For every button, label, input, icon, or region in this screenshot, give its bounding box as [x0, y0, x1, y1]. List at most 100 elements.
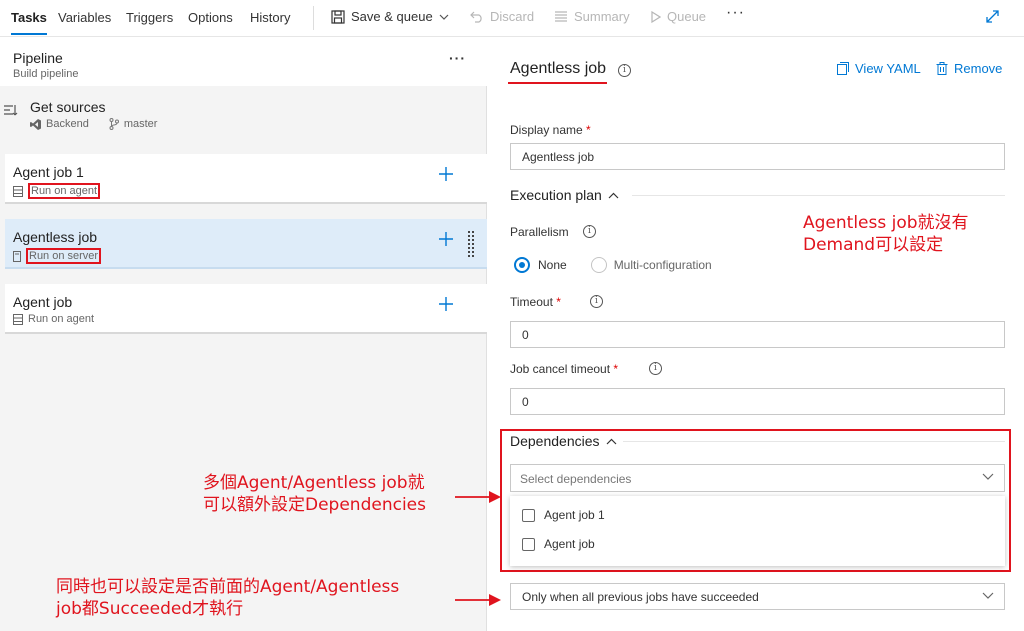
execution-plan-label: Execution plan [510, 187, 602, 203]
info-icon[interactable]: i [590, 295, 603, 308]
remove-label: Remove [954, 61, 1003, 76]
dependencies-section[interactable]: Dependencies [510, 433, 617, 449]
add-task-plus-icon[interactable] [437, 295, 455, 313]
pipeline-title: Pipeline [13, 50, 63, 66]
add-task-plus-icon[interactable] [437, 165, 455, 183]
checkbox[interactable] [522, 508, 535, 522]
branch-icon [109, 118, 119, 130]
repo-name: Backend [46, 118, 89, 130]
display-name-label: Display name * [510, 123, 591, 137]
parallelism-label: Parallelism [510, 225, 569, 239]
branch-info: master [109, 118, 158, 130]
checkbox[interactable] [522, 537, 535, 551]
job-details-title: Agentless job [510, 60, 607, 77]
job-run-type: Run on server [26, 248, 102, 264]
annotation-text: 可以額外設定Dependencies [203, 495, 426, 515]
annotation-text: Agentless job就沒有 [803, 213, 969, 233]
required-mark: * [556, 295, 561, 309]
dependencies-select[interactable]: Select dependencies [510, 464, 1005, 492]
annotation-arrow [455, 594, 501, 606]
job-run-type: Run on agent [28, 313, 95, 325]
tab-options[interactable]: Options [188, 10, 233, 25]
summary-label: Summary [574, 9, 630, 24]
run-condition-select[interactable]: Only when all previous jobs have succeed… [510, 583, 1005, 610]
dependencies-dropdown: Agent job 1 Agent job [510, 496, 1005, 566]
dependency-option[interactable]: Agent job [522, 537, 595, 551]
title-highlight-underline [508, 82, 607, 84]
play-icon [651, 10, 661, 23]
timeout-label-text: Timeout [510, 295, 553, 309]
dependencies-label: Dependencies [510, 433, 600, 449]
server-icon [13, 313, 23, 325]
save-icon [331, 9, 345, 24]
view-yaml-label: View YAML [855, 61, 921, 76]
radio-multi-configuration[interactable] [590, 257, 607, 273]
annotation-dependencies: 多個Agent/Agentless job就 可以額外設定Dependencie… [203, 472, 426, 516]
dependency-option-label: Agent job [544, 537, 595, 551]
server-icon [13, 250, 21, 262]
job-run-info: Run on agent [13, 183, 101, 199]
chevron-down-icon [439, 14, 449, 20]
job-run-type: Run on agent [28, 183, 101, 199]
summary-icon [555, 11, 567, 22]
timeout-input[interactable]: 0 [510, 321, 1005, 348]
cancel-timeout-label-text: Job cancel timeout [510, 362, 611, 376]
chevron-down-icon [982, 592, 994, 599]
discard-label: Discard [490, 9, 535, 24]
discard-button[interactable]: Discard [470, 9, 534, 24]
annotation-succeeded: 同時也可以設定是否前面的Agent/Agentless job都Succeede… [56, 576, 399, 620]
annotation-arrow [455, 491, 501, 503]
info-icon[interactable]: i [618, 64, 631, 77]
cancel-timeout-label: Job cancel timeout * [510, 362, 618, 376]
view-yaml-button[interactable]: View YAML [837, 61, 921, 76]
summary-button[interactable]: Summary [554, 9, 630, 24]
dependency-option[interactable]: Agent job 1 [522, 508, 605, 522]
job-item[interactable]: Agent job 1 Run on agent [5, 154, 487, 204]
timeout-label: Timeout * [510, 295, 561, 309]
annotation-no-demand: Agentless job就沒有 Demand可以設定 [803, 212, 969, 256]
info-icon[interactable]: i [583, 225, 596, 238]
add-task-plus-icon[interactable] [437, 230, 455, 248]
remove-button[interactable]: Remove [936, 61, 1002, 76]
annotation-text: job都Succeeded才執行 [56, 599, 244, 619]
pipeline-header[interactable]: Pipeline Build pipeline ··· [0, 38, 487, 86]
display-name-label-text: Display name [510, 123, 583, 137]
pipeline-more-button[interactable]: ··· [449, 50, 466, 66]
tab-tasks[interactable]: Tasks [11, 10, 47, 35]
execution-plan-section[interactable]: Execution plan [510, 187, 619, 203]
branch-name: master [123, 118, 158, 130]
repo-info: Backend [30, 118, 89, 130]
get-sources-title: Get sources [30, 99, 106, 115]
job-name: Agent job [13, 294, 73, 310]
parallelism-radio-group: None Multi-configuration [514, 257, 712, 273]
visual-studio-icon [30, 118, 41, 130]
job-run-info: Run on agent [13, 313, 94, 325]
tab-variables[interactable]: Variables [58, 10, 111, 25]
more-actions-button[interactable]: ··· [726, 4, 745, 22]
info-icon[interactable]: i [649, 362, 662, 375]
get-sources-meta: Backend master [30, 118, 157, 130]
cancel-timeout-input[interactable]: 0 [510, 388, 1005, 415]
chevron-down-icon [982, 473, 994, 480]
queue-button[interactable]: Queue [651, 9, 706, 24]
drag-handle-icon[interactable] [468, 231, 474, 257]
annotation-text: 多個Agent/Agentless job就 [203, 473, 425, 493]
chevron-up-icon [608, 192, 619, 198]
save-queue-button[interactable]: Save & queue [331, 9, 449, 24]
job-item[interactable]: Agent job Run on agent [5, 284, 487, 334]
get-sources-item[interactable]: Get sources Backend master [0, 92, 487, 142]
tab-triggers[interactable]: Triggers [126, 10, 173, 25]
dependencies-placeholder: Select dependencies [520, 472, 632, 486]
display-name-input[interactable]: Agentless job [510, 143, 1005, 170]
expand-icon[interactable] [985, 9, 1000, 24]
toolbar-divider [313, 6, 314, 30]
tab-history[interactable]: History [250, 10, 290, 25]
section-divider [623, 441, 1005, 442]
job-item[interactable]: Agentless job Run on server [5, 219, 487, 269]
section-divider [632, 195, 1005, 196]
annotation-text: 同時也可以設定是否前面的Agent/Agentless [56, 577, 400, 597]
job-name: Agentless job [13, 229, 98, 245]
get-sources-icon [4, 105, 18, 116]
toolbar: Tasks Variables Triggers Options History… [0, 0, 1024, 37]
radio-none[interactable] [514, 257, 530, 273]
